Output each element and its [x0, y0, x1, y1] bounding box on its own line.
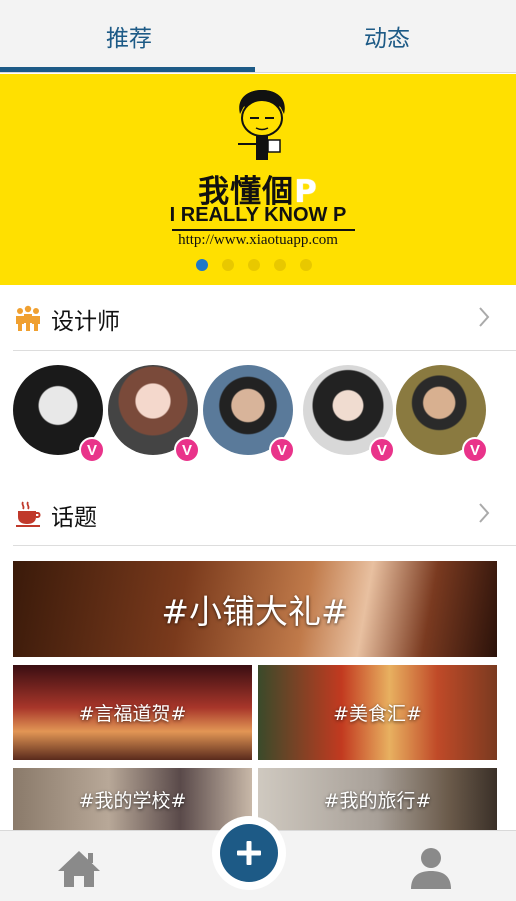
- topic-card[interactable]: #美食汇#: [258, 665, 497, 760]
- tab-feed-label: 动态: [364, 26, 410, 52]
- topic-card[interactable]: #我的旅行#: [258, 768, 497, 830]
- mascot-logo: [238, 90, 285, 160]
- tab-feed[interactable]: 动态: [258, 0, 516, 72]
- topic-label: #我的学校#: [78, 789, 187, 812]
- verified-badge: V: [174, 437, 200, 463]
- tab-recommend[interactable]: 推荐: [0, 0, 258, 72]
- verified-badge: V: [369, 437, 395, 463]
- carousel-dot[interactable]: [222, 259, 234, 271]
- carousel-dot[interactable]: [196, 259, 208, 271]
- topic-card[interactable]: #言福道贺#: [13, 665, 252, 760]
- plus-icon: [237, 841, 261, 865]
- topic-card[interactable]: #我的学校#: [13, 768, 252, 830]
- coffee-cup-icon: [16, 501, 41, 527]
- designer-avatar[interactable]: V: [303, 365, 395, 463]
- designer-avatar[interactable]: V: [396, 365, 488, 463]
- carousel-dot[interactable]: [248, 259, 260, 271]
- divider: [13, 350, 516, 351]
- add-button[interactable]: [220, 824, 278, 882]
- top-tab-bar: 推荐 动态: [0, 0, 516, 73]
- carousel-dot[interactable]: [300, 259, 312, 271]
- designer-avatar[interactable]: V: [108, 365, 200, 463]
- topics-title: 话题: [51, 505, 97, 531]
- topic-label: #小铺大礼#: [161, 592, 349, 631]
- topic-label: #我的旅行#: [323, 789, 432, 812]
- chevron-right-icon[interactable]: [478, 502, 490, 524]
- carousel-dot[interactable]: [274, 259, 286, 271]
- designer-avatar-row: V V V V V: [13, 365, 513, 475]
- home-icon[interactable]: [56, 849, 102, 889]
- topic-label: #言福道贺#: [78, 703, 187, 725]
- tab-recommend-label: 推荐: [106, 26, 152, 52]
- verified-badge: V: [462, 437, 488, 463]
- designers-title: 设计师: [51, 309, 120, 335]
- banner-carousel[interactable]: 我懂個P I REALLY KNOW P http://www.xiaotuap…: [0, 74, 516, 285]
- designer-avatar[interactable]: V: [13, 365, 105, 463]
- topics-header[interactable]: 话题: [0, 484, 516, 546]
- user-icon[interactable]: [408, 845, 454, 891]
- banner-rule: [172, 229, 355, 231]
- divider: [13, 545, 516, 546]
- banner-url: http://www.xiaotuapp.com: [178, 232, 338, 248]
- carousel-indicator: [196, 259, 312, 271]
- designers-header[interactable]: 设计师: [0, 288, 516, 350]
- chevron-right-icon[interactable]: [478, 306, 490, 328]
- banner-brand-en: I REALLY KNOW P: [169, 204, 347, 226]
- people-icon: [16, 305, 40, 331]
- verified-badge: V: [79, 437, 105, 463]
- verified-badge: V: [269, 437, 295, 463]
- active-tab-indicator: [0, 67, 255, 72]
- topic-label: #美食汇#: [333, 703, 422, 725]
- designer-avatar[interactable]: V: [203, 365, 295, 463]
- topic-card[interactable]: #小铺大礼#: [13, 561, 497, 657]
